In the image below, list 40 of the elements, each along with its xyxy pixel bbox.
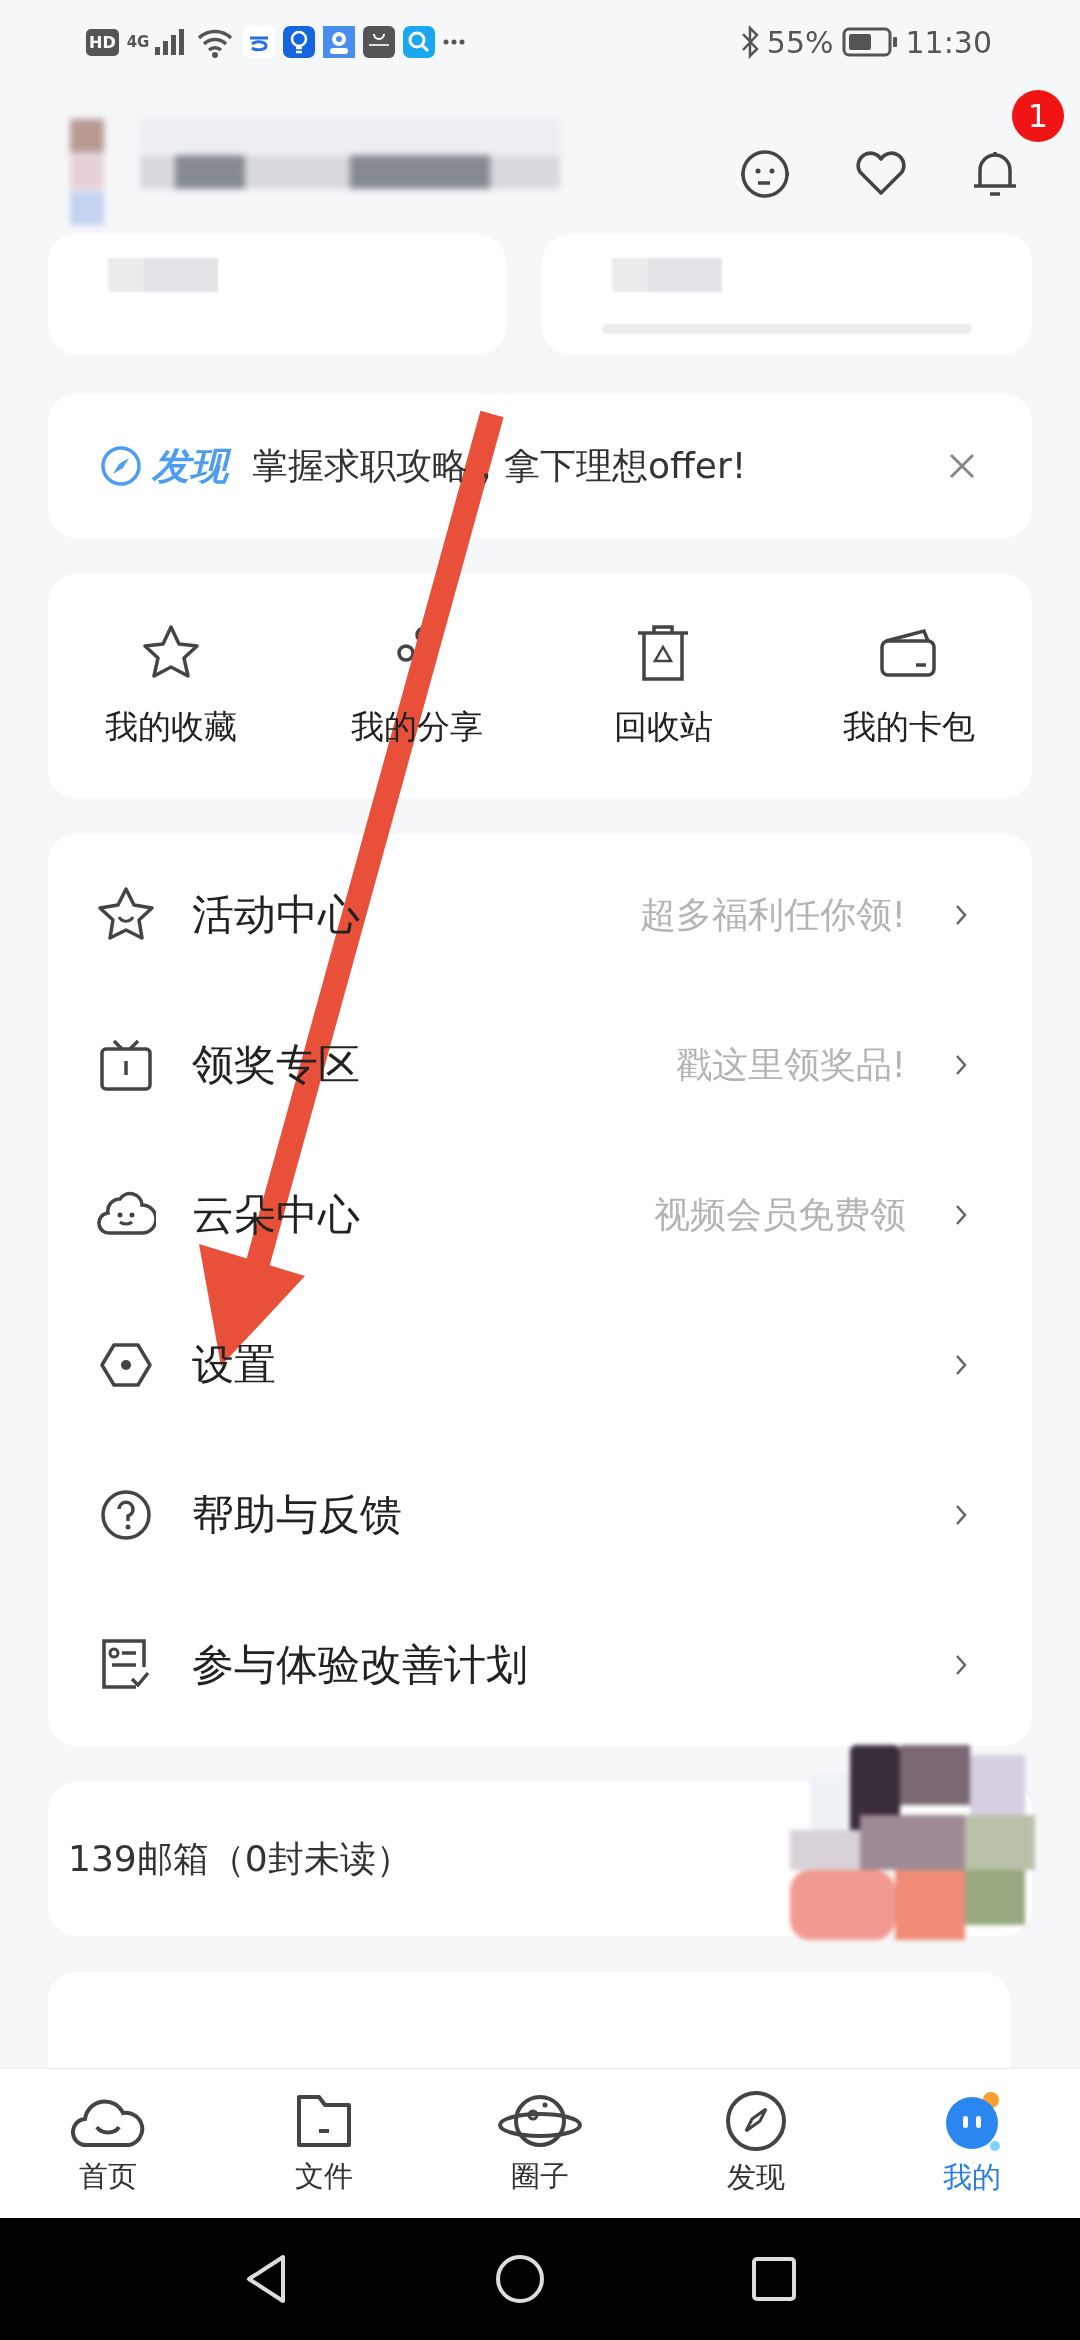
camera-app-icon [323, 26, 356, 58]
nav-tab[interactable]: 首页 [48, 2091, 168, 2197]
chevron-right-icon [954, 1053, 968, 1077]
menu-hint: 超多福利任你领! [639, 892, 906, 937]
chevron-right-icon [954, 1353, 968, 1377]
chevron-right-icon [954, 1653, 968, 1677]
search-app-icon [403, 26, 436, 58]
menu-item[interactable]: 参与体验改善计划 [48, 1590, 1032, 1740]
store-app-icon [363, 26, 396, 58]
bluetooth-icon [740, 25, 759, 59]
compass-icon [723, 2090, 789, 2152]
chevron-right-icon [954, 1503, 968, 1527]
hd-icon: HD [86, 28, 119, 56]
clock: 11:30 [905, 24, 992, 60]
battery-icon [841, 27, 898, 57]
nav-tab[interactable]: 发现 [696, 2090, 816, 2198]
nav-tab[interactable]: 我的 [912, 2090, 1032, 2198]
bulb-app-icon [283, 26, 316, 58]
chevron-right-icon [954, 1203, 968, 1227]
shortcut-label[interactable]: 回收站 [613, 704, 713, 750]
close-icon[interactable] [948, 452, 976, 480]
discover-banner[interactable]: 发现 掌握求职攻略，拿下理想offer! [48, 394, 1032, 538]
nav-tab[interactable]: 文件 [264, 2091, 384, 2197]
shortcut-label[interactable]: 我的卡包 [843, 704, 975, 750]
notification-badge: 1 [1012, 90, 1064, 142]
recents-icon[interactable] [751, 2256, 797, 2302]
mail-status: 139邮箱（0封未读） [68, 1836, 412, 1881]
battery-percent: 55% [766, 24, 834, 60]
menu-hint: 戳这里领奖品! [675, 1042, 906, 1087]
more-icon [443, 39, 466, 45]
menu-item[interactable]: 设置 [48, 1290, 1032, 1440]
menu-item[interactable]: 帮助与反馈 [48, 1440, 1032, 1590]
home-icon[interactable] [494, 2253, 546, 2305]
chevron-right-icon [954, 903, 968, 927]
nav-tab[interactable]: 圈子 [480, 2091, 600, 2197]
network-label: 4G [126, 33, 150, 51]
menu-hint: 视频会员免费领 [654, 1192, 906, 1237]
compass-icon [100, 445, 142, 487]
shortcut-label[interactable]: 我的收藏 [105, 704, 237, 750]
banner-text: 掌握求职攻略，拿下理想offer! [252, 443, 748, 488]
